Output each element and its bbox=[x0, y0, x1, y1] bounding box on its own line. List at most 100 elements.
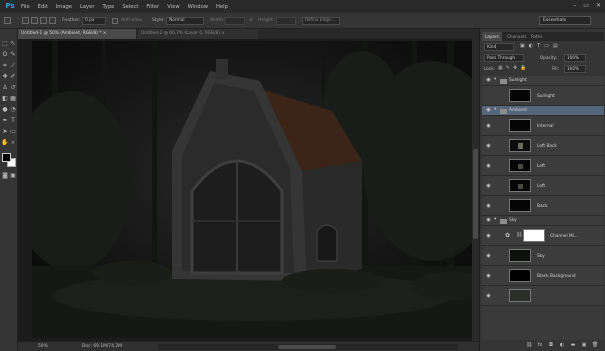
layer-group-ambient[interactable]: ◉ ▾ Ambient bbox=[482, 106, 604, 116]
style-select[interactable]: Normal bbox=[166, 17, 204, 25]
workspace-switcher[interactable]: Essentials bbox=[539, 16, 591, 25]
blur-icon[interactable]: ● bbox=[1, 106, 9, 114]
add-selection-icon[interactable] bbox=[31, 17, 38, 24]
antialias-checkbox[interactable] bbox=[112, 18, 118, 24]
close-icon[interactable]: ✕ bbox=[596, 2, 601, 9]
menu-filter[interactable]: Filter bbox=[142, 4, 163, 10]
gradient-icon[interactable]: ▦ bbox=[9, 95, 17, 103]
type-filter-icon[interactable]: T bbox=[537, 43, 540, 49]
marquee-tool-icon[interactable] bbox=[4, 17, 11, 24]
menu-file[interactable]: File bbox=[17, 4, 34, 10]
layer-channel-mixer[interactable]: ◉ ✿ ⛓ Channel Mi... bbox=[482, 226, 604, 246]
visibility-eye-icon[interactable]: ◉ bbox=[485, 107, 492, 114]
menu-edit[interactable]: Edit bbox=[34, 4, 52, 10]
menu-view[interactable]: View bbox=[163, 4, 183, 10]
maximize-icon[interactable]: ▭ bbox=[583, 2, 589, 9]
path-select-icon[interactable]: ➤ bbox=[1, 128, 9, 136]
swap-icon[interactable]: ⇄ bbox=[249, 17, 253, 25]
lasso-icon[interactable]: ʘ bbox=[1, 51, 9, 59]
adjustment-layer-icon[interactable]: ◐ bbox=[559, 342, 565, 348]
link-layers-icon[interactable]: ⛓ bbox=[526, 342, 532, 348]
visibility-eye-icon[interactable]: ◉ bbox=[485, 183, 492, 190]
quick-mask-icon[interactable]: ◙ bbox=[1, 172, 9, 180]
filter-kind-select[interactable]: Kind bbox=[484, 43, 514, 51]
layer-left-back[interactable]: ◉ Left Back bbox=[482, 136, 604, 156]
add-mask-icon[interactable]: ◘ bbox=[548, 342, 554, 348]
feather-input[interactable]: 0 px bbox=[82, 17, 106, 25]
eyedropper-icon[interactable]: ⁄ bbox=[9, 62, 17, 70]
vertical-scrollbar[interactable] bbox=[472, 39, 479, 341]
visibility-eye-icon[interactable] bbox=[485, 93, 492, 100]
new-group-icon[interactable]: ▬ bbox=[570, 342, 576, 348]
document-canvas[interactable] bbox=[32, 41, 472, 338]
zoom-level[interactable]: 50% bbox=[38, 343, 48, 351]
menu-select[interactable]: Select bbox=[118, 4, 142, 10]
menu-image[interactable]: Image bbox=[52, 4, 76, 10]
layer-style-icon[interactable]: fx bbox=[537, 342, 543, 348]
crop-icon[interactable]: ⌗ bbox=[1, 62, 9, 70]
group-expand-icon[interactable]: ▾ bbox=[494, 217, 496, 222]
horizontal-scroll-thumb[interactable] bbox=[278, 345, 336, 349]
tab-document-1[interactable]: Untitled-1 @ 50% (Ambient, RGB/8) * × bbox=[18, 29, 136, 39]
layer-group-sky[interactable]: ◉ ▾ Sky bbox=[482, 216, 604, 226]
hand-icon[interactable]: ✋ bbox=[1, 139, 9, 147]
visibility-eye-icon[interactable]: ◉ bbox=[485, 143, 492, 150]
eraser-icon[interactable]: ◧ bbox=[1, 95, 9, 103]
visibility-eye-icon[interactable]: ◉ bbox=[485, 123, 492, 130]
minimize-icon[interactable]: – bbox=[573, 2, 576, 9]
fill-input[interactable]: 100% bbox=[564, 65, 586, 73]
layer-internal[interactable]: ◉ Internal bbox=[482, 116, 604, 136]
adjustment-filter-icon[interactable]: ◐ bbox=[529, 43, 533, 49]
screen-mode-icon[interactable]: ▣ bbox=[9, 172, 17, 180]
delete-layer-icon[interactable]: 🗑 bbox=[592, 342, 598, 348]
lock-position-icon[interactable]: ✚ bbox=[513, 65, 517, 71]
healing-brush-icon[interactable]: ✚ bbox=[1, 73, 9, 81]
smart-object-filter-icon[interactable]: ▤ bbox=[553, 43, 558, 49]
move-icon[interactable]: ↖ bbox=[9, 40, 17, 48]
visibility-eye-icon[interactable]: ◉ bbox=[485, 293, 492, 300]
lock-transparent-icon[interactable]: ▦ bbox=[498, 65, 503, 71]
opacity-input[interactable]: 100% bbox=[564, 54, 586, 62]
marquee-icon[interactable]: ⬚ bbox=[1, 40, 9, 48]
tab-channels[interactable]: Channels bbox=[504, 32, 529, 41]
layer-left-2[interactable]: ◉ Left bbox=[482, 176, 604, 196]
zoom-icon[interactable]: ⌕ bbox=[9, 139, 17, 147]
tab-document-2[interactable]: Untitled-2 @ 66.7% (Layer 0, RGB/8) × bbox=[138, 29, 258, 39]
blend-mode-select[interactable]: Pass Through bbox=[484, 54, 524, 62]
visibility-eye-icon[interactable]: ◉ bbox=[485, 233, 492, 240]
visibility-eye-icon[interactable]: ◉ bbox=[485, 273, 492, 280]
refine-edge-button[interactable]: Refine Edge... bbox=[302, 17, 340, 25]
intersect-selection-icon[interactable] bbox=[49, 17, 56, 24]
layer-back[interactable]: ◉ Back bbox=[482, 196, 604, 216]
lock-all-icon[interactable]: 🔒 bbox=[520, 65, 526, 71]
visibility-eye-icon[interactable]: ◉ bbox=[485, 77, 492, 84]
group-expand-icon[interactable]: ▾ bbox=[494, 77, 496, 82]
pixel-filter-icon[interactable]: ▣ bbox=[520, 43, 525, 49]
brush-icon[interactable]: ✐ bbox=[9, 73, 17, 81]
horizontal-scrollbar[interactable] bbox=[158, 344, 458, 350]
layer-left[interactable]: ◉ Left bbox=[482, 156, 604, 176]
type-icon[interactable]: T bbox=[9, 117, 17, 125]
menu-layer[interactable]: Layer bbox=[76, 4, 98, 10]
subtract-selection-icon[interactable] bbox=[40, 17, 47, 24]
new-layer-icon[interactable]: ▣ bbox=[581, 342, 587, 348]
vertical-scroll-thumb[interactable] bbox=[473, 149, 478, 239]
layer-group-sunlight[interactable]: ◉ ▾ Sunlight bbox=[482, 76, 604, 86]
layer-bottom[interactable]: ◉ bbox=[482, 286, 604, 306]
layer-sunlight[interactable]: Sunlight bbox=[482, 86, 604, 106]
rectangle-icon[interactable]: ▭ bbox=[9, 128, 17, 136]
tab-layers[interactable]: Layers bbox=[482, 32, 502, 41]
clone-stamp-icon[interactable]: ♙ bbox=[1, 84, 9, 92]
lock-pixels-icon[interactable]: ✎ bbox=[506, 65, 510, 71]
quick-select-icon[interactable]: ✎ bbox=[9, 51, 17, 59]
menu-window[interactable]: Window bbox=[184, 4, 212, 10]
visibility-eye-icon[interactable]: ◉ bbox=[485, 253, 492, 260]
menu-help[interactable]: Help bbox=[212, 4, 232, 10]
group-expand-icon[interactable]: ▾ bbox=[494, 107, 496, 112]
width-input[interactable] bbox=[225, 17, 245, 25]
visibility-eye-icon[interactable]: ◉ bbox=[485, 163, 492, 170]
visibility-eye-icon[interactable]: ◉ bbox=[485, 217, 492, 224]
dodge-icon[interactable]: ◔ bbox=[9, 106, 17, 114]
history-brush-icon[interactable]: ↺ bbox=[9, 84, 17, 92]
pen-icon[interactable]: ✒ bbox=[1, 117, 9, 125]
